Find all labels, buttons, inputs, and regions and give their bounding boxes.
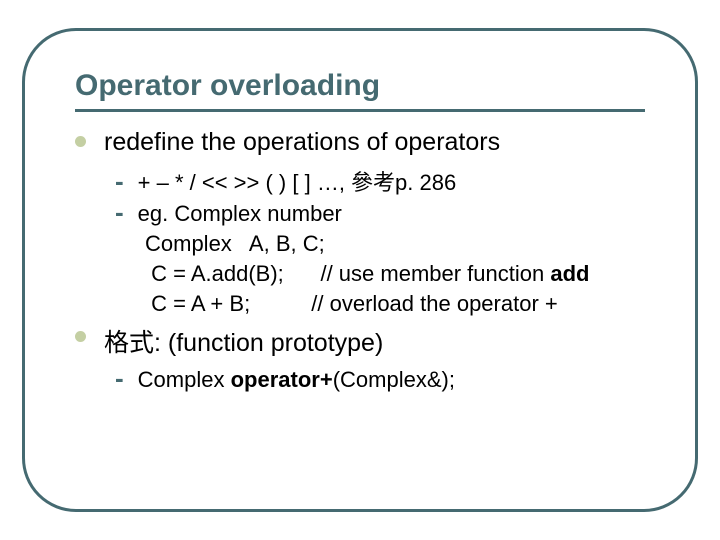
bullet-1-sub-1-text: + – * / << >> ( ) [ ] …, 參考p. 286 [138, 165, 457, 197]
bullet-dot-icon [75, 331, 86, 342]
slide-frame: Operator overloading redefine the operat… [22, 28, 698, 512]
bullet-1: redefine the operations of operators [75, 128, 645, 157]
bullet-2-sub-1: - Complex operator+(Complex&); [115, 367, 645, 393]
code-line-2b: add [550, 261, 589, 286]
bullet-2: 格式: (function prototype) [75, 323, 645, 359]
bullet-2-sub-1-text: Complex operator+(Complex&); [138, 367, 455, 393]
code-line-1: Complex A, B, C; [145, 231, 645, 257]
dash-icon: - [115, 170, 124, 192]
dash-icon: - [115, 367, 124, 389]
bullet-1-sub-2: - eg. Complex number [115, 201, 645, 227]
code-line-3: C = A + B; // overload the operator + [145, 291, 645, 317]
title-rule [75, 109, 645, 112]
code-line-2a: C = A.add(B); // use member function [145, 261, 550, 286]
code-line-2: C = A.add(B); // use member function add [145, 261, 645, 287]
slide-title: Operator overloading [75, 69, 645, 103]
bullet-2-text: 格式: (function prototype) [104, 323, 383, 359]
dash-icon: - [115, 201, 124, 223]
proto-b: operator+ [231, 367, 333, 392]
proto-a: Complex [138, 367, 231, 392]
bullet-1-text: redefine the operations of operators [104, 128, 500, 157]
bullet-1-sub-2-text: eg. Complex number [138, 201, 342, 227]
proto-c: (Complex&); [333, 367, 455, 392]
bullet-dot-icon [75, 136, 86, 147]
bullet-1-sub-1: - + – * / << >> ( ) [ ] …, 參考p. 286 [115, 165, 645, 197]
